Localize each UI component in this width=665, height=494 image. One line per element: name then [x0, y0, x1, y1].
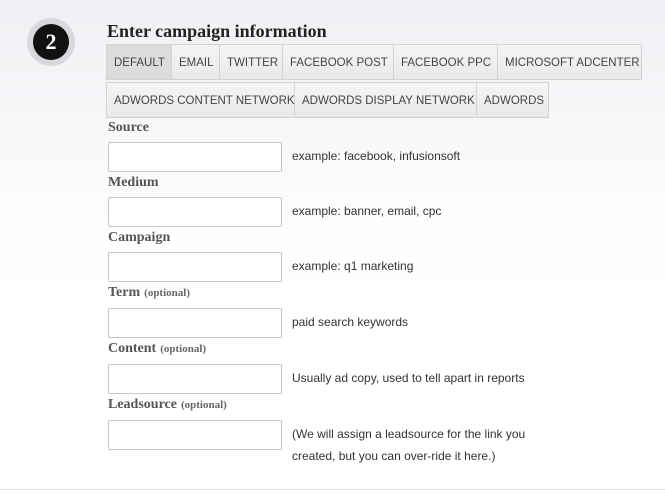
source-label-text: Source: [108, 120, 149, 135]
term-label-text: Term: [108, 285, 141, 300]
leadsource-label-text: Leadsource: [108, 397, 177, 412]
leadsource-input[interactable]: [108, 420, 282, 450]
medium-input[interactable]: [108, 197, 282, 227]
tab-email[interactable]: EMAIL: [172, 44, 220, 80]
leadsource-label: Leadsource (optional): [108, 397, 227, 413]
leadsource-hint: (We will assign a leadsource for the lin…: [292, 427, 526, 463]
content-hint: Usually ad copy, used to tell apart in r…: [292, 371, 525, 385]
campaign-label: Campaign: [108, 230, 170, 246]
source-hint: example: facebook, infusionsoft: [292, 149, 461, 163]
campaign-input[interactable]: [108, 252, 282, 282]
term-input[interactable]: [108, 308, 282, 338]
tab-default[interactable]: DEFAULT: [106, 44, 172, 80]
tab-adwords-display-network[interactable]: ADWORDS DISPLAY NETWORK: [295, 82, 477, 118]
source-input[interactable]: [108, 142, 282, 172]
term-optional-note: (optional): [144, 287, 190, 299]
tab-facebook-ppc[interactable]: FACEBOOK PPC: [394, 44, 498, 80]
content-optional-note: (optional): [160, 343, 207, 355]
tab-microsoft-adcenter[interactable]: MICROSOFT ADCENTER: [498, 44, 642, 80]
leadsource-optional-note: (optional): [180, 399, 227, 411]
tab-facebook-post[interactable]: FACEBOOK POST: [283, 44, 394, 80]
step-number: 2: [33, 24, 69, 60]
content-label-text: Content: [108, 341, 157, 356]
campaign-hint: example: q1 marketing: [292, 259, 414, 273]
medium-label-text: Medium: [108, 175, 159, 190]
campaign-label-text: Campaign: [108, 230, 171, 245]
term-hint: paid search keywords: [292, 315, 409, 329]
content-label: Content (optional): [108, 341, 206, 357]
divider: [0, 489, 665, 490]
tab-row-1: DEFAULT EMAIL TWITTER FACEBOOK POST FACE…: [106, 44, 642, 80]
medium-label: Medium: [108, 175, 159, 191]
content-input[interactable]: [108, 364, 282, 394]
source-label: Source: [108, 120, 149, 136]
section-heading: Enter campaign information: [107, 21, 327, 41]
tab-row-2: ADWORDS CONTENT NETWORK ADWORDS DISPLAY …: [106, 82, 642, 118]
step-badge: 2: [27, 18, 75, 66]
medium-hint: example: banner, email, cpc: [292, 204, 442, 218]
term-label: Term (optional): [108, 285, 190, 301]
tab-twitter[interactable]: TWITTER: [220, 44, 283, 80]
tab-adwords-content-network[interactable]: ADWORDS CONTENT NETWORK: [106, 82, 295, 118]
tab-adwords[interactable]: ADWORDS: [477, 82, 549, 118]
preset-tabs: DEFAULT EMAIL TWITTER FACEBOOK POST FACE…: [106, 44, 642, 118]
